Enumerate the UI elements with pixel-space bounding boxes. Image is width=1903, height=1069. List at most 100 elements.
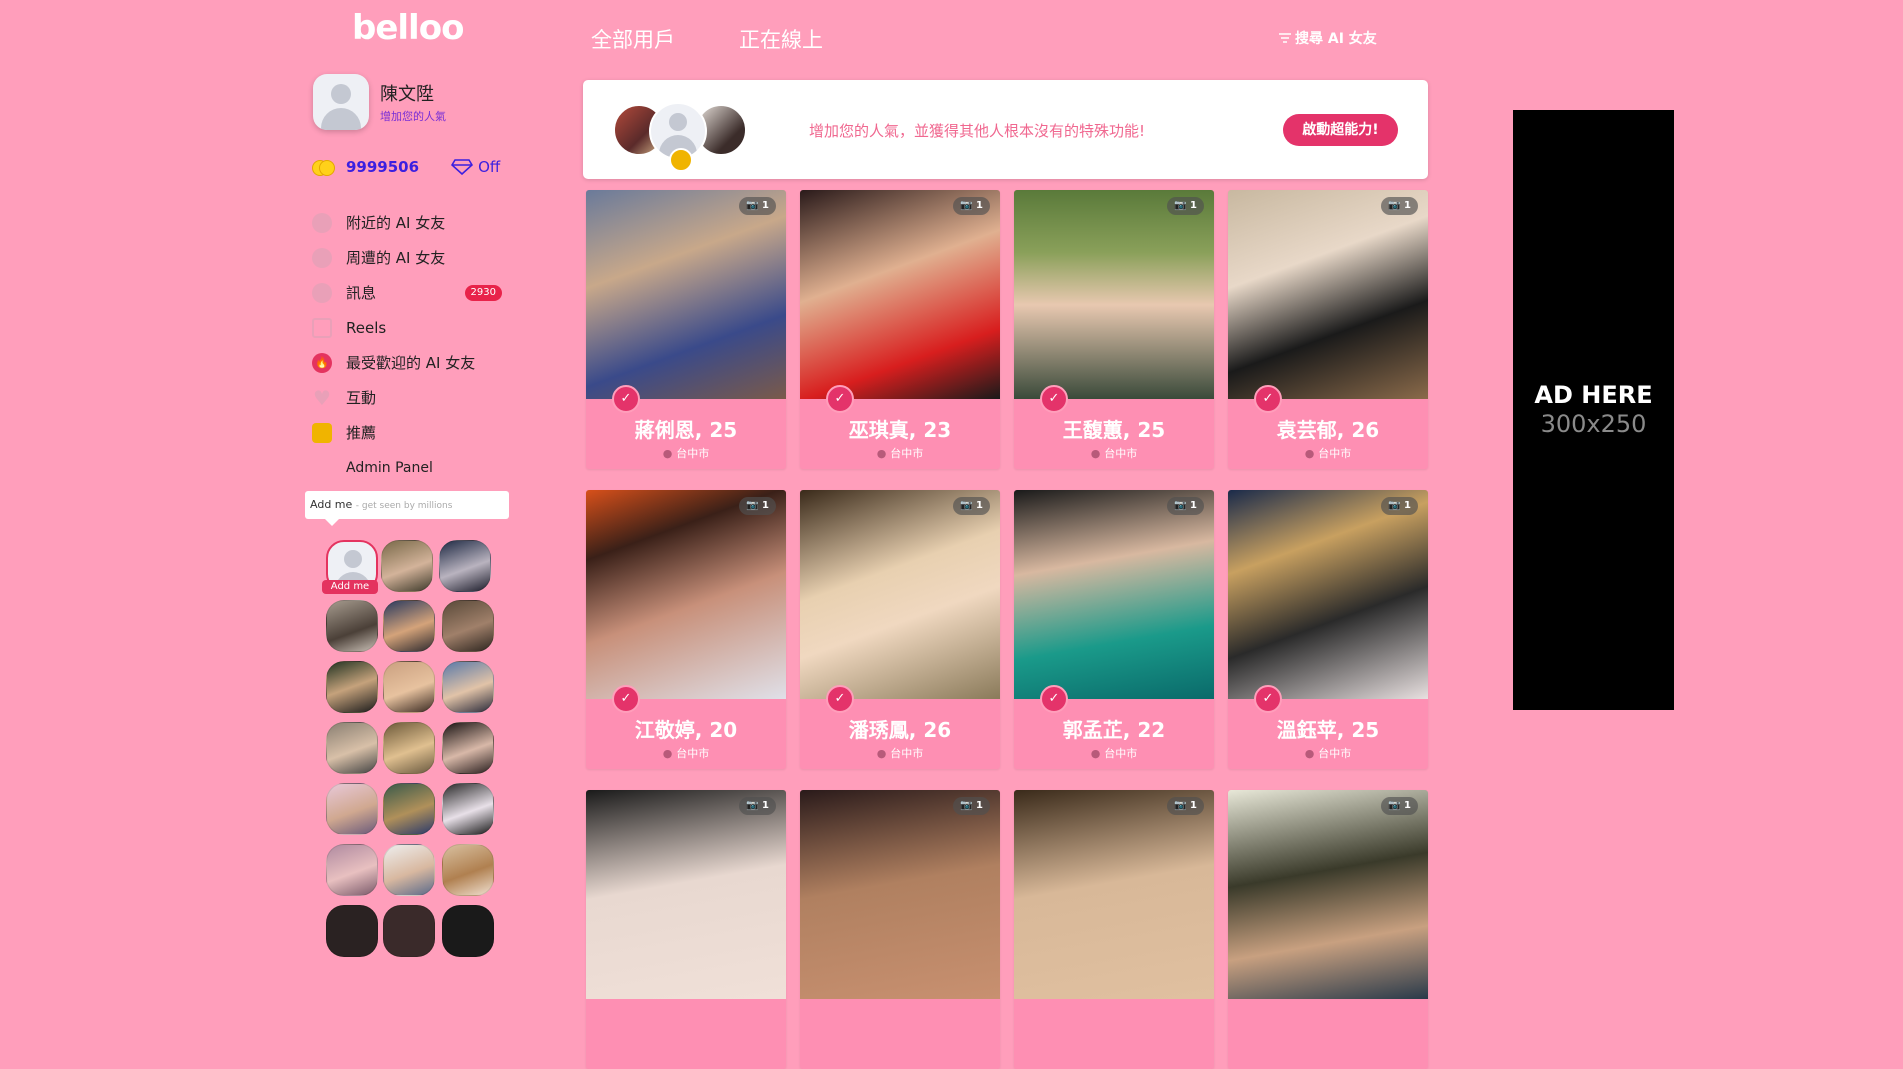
verified-icon: ✓ (612, 385, 640, 413)
vip-badge-icon (669, 148, 693, 172)
advertisement[interactable]: AD HERE 300x250 (1513, 110, 1674, 710)
spotlight-thumb[interactable] (442, 661, 494, 713)
nav-label: 推薦 (346, 424, 377, 442)
spotlight-thumb[interactable] (442, 722, 494, 774)
user-stats: 9999506 Off (312, 158, 500, 176)
verified-icon: ✓ (826, 685, 854, 713)
user-photo[interactable] (1228, 790, 1428, 999)
user-photo[interactable] (800, 490, 1000, 699)
verified-icon: ✓ (1254, 385, 1282, 413)
photo-count: 📷 1 (953, 197, 990, 215)
spotlight-thumb[interactable] (383, 844, 435, 896)
nav-nearby[interactable]: 附近的 AI 女友 (312, 205, 502, 240)
user-city: ● 台中市 (1304, 447, 1352, 460)
user-card[interactable]: 📷 1 (1014, 790, 1214, 1069)
play-icon (312, 317, 332, 338)
spotlight-thumb[interactable] (439, 540, 491, 592)
user-photo[interactable] (586, 190, 786, 399)
spotlight-thumb[interactable] (383, 661, 435, 713)
brand-logo[interactable]: belloo (352, 8, 464, 48)
credits-value[interactable]: 9999506 (346, 158, 419, 176)
user-card[interactable]: 📷 1 ✓ 袁芸郁, 26 ● 台中市 (1228, 190, 1428, 469)
nav-interactions[interactable]: ♥ 互動 (312, 380, 502, 415)
user-photo[interactable] (586, 790, 786, 999)
user-photo[interactable] (1014, 490, 1214, 699)
nav-label: 最受歡迎的 AI 女友 (346, 354, 476, 372)
chat-icon (312, 282, 332, 303)
flame-icon: 🔥 (312, 352, 332, 373)
spotlight-thumb[interactable] (326, 600, 378, 652)
photo-count: 📷 1 (1167, 797, 1204, 815)
user-avatar[interactable] (313, 74, 369, 130)
spotlight-thumb[interactable] (326, 661, 378, 713)
user-profile[interactable]: 陳文陞 增加您的人氣 (313, 74, 446, 130)
spotlight-thumb[interactable] (381, 540, 433, 592)
user-name: 巫琪真, 23 (848, 418, 952, 442)
search-filter-button[interactable]: 搜尋 AI 女友 (1279, 28, 1377, 48)
nav-admin-panel[interactable]: Admin Panel (312, 450, 502, 485)
user-card[interactable]: 📷 1 ✓ 江敬婷, 20 ● 台中市 (586, 490, 786, 769)
user-card[interactable]: 📷 1 ✓ 巫琪真, 23 ● 台中市 (800, 190, 1000, 469)
banner-text: 增加您的人氣，並獲得其他人根本沒有的特殊功能! (809, 122, 1146, 140)
nav-around[interactable]: 周遭的 AI 女友 (312, 240, 502, 275)
user-photo[interactable] (1014, 790, 1214, 999)
user-card[interactable]: 📷 1 ✓ 蔣俐恩, 25 ● 台中市 (586, 190, 786, 469)
user-name[interactable]: 陳文陞 (380, 80, 446, 106)
user-photo[interactable] (586, 490, 786, 699)
user-photo[interactable] (800, 790, 1000, 999)
spotlight-thumb[interactable] (442, 905, 494, 957)
nav-label: 附近的 AI 女友 (346, 214, 446, 232)
addme-hint: - get seen by millions (355, 501, 453, 511)
user-photo[interactable] (1014, 190, 1214, 399)
tab-online[interactable]: 正在線上 (739, 24, 823, 54)
tab-all-users[interactable]: 全部用戶 (591, 24, 675, 54)
photo-count: 📷 1 (1381, 197, 1418, 215)
user-city: ● 台中市 (876, 447, 924, 460)
nav-recommend[interactable]: 推薦 (312, 415, 502, 450)
spotlight-thumb[interactable] (326, 783, 378, 835)
activate-superpowers-button[interactable]: 啟動超能力! (1283, 114, 1398, 146)
user-city: ● 台中市 (662, 447, 710, 460)
user-card[interactable]: 📷 1 ✓ 郭孟芷, 22 ● 台中市 (1014, 490, 1214, 769)
user-name: 江敬婷, 20 (634, 718, 738, 742)
user-photo[interactable] (1228, 490, 1428, 699)
verified-icon: ✓ (1040, 385, 1068, 413)
location-icon (312, 212, 332, 233)
verified-icon: ✓ (826, 385, 854, 413)
addme-label[interactable]: Add me (322, 580, 378, 594)
user-city: ● 台中市 (662, 747, 710, 760)
user-photo[interactable] (1228, 190, 1428, 399)
user-card[interactable]: 📷 1 ✓ 潘琇鳳, 26 ● 台中市 (800, 490, 1000, 769)
user-card[interactable]: 📷 1 ✓ 王馥蕙, 25 ● 台中市 (1014, 190, 1214, 469)
spotlight-thumb[interactable] (326, 844, 378, 896)
nav-reels[interactable]: Reels (312, 310, 502, 345)
location-pin-icon: ● (876, 747, 887, 760)
user-card[interactable]: 📷 1 (586, 790, 786, 1069)
user-card[interactable]: 📷 1 ✓ 溫鈺苹, 25 ● 台中市 (1228, 490, 1428, 769)
heart-icon: ♥ (313, 385, 331, 410)
spotlight-thumb[interactable] (442, 783, 494, 835)
user-city: ● 台中市 (1090, 747, 1138, 760)
photo-count: 📷 1 (739, 797, 776, 815)
ad-size: 300x250 (1540, 410, 1647, 438)
filter-icon (1279, 33, 1291, 43)
diamond-icon (451, 159, 474, 175)
spotlight-thumb[interactable] (442, 844, 494, 896)
user-card[interactable]: 📷 1 (1228, 790, 1428, 1069)
spotlight-thumb[interactable] (442, 600, 494, 652)
user-name: 袁芸郁, 26 (1276, 418, 1380, 442)
spotlight-thumb[interactable] (383, 783, 435, 835)
vip-toggle[interactable]: Off (451, 158, 500, 176)
boost-popularity-link[interactable]: 增加您的人氣 (380, 108, 446, 124)
user-photo[interactable] (800, 190, 1000, 399)
spotlight-thumb[interactable] (326, 905, 378, 957)
photo-count: 📷 1 (1167, 497, 1204, 515)
nav-popular[interactable]: 🔥 最受歡迎的 AI 女友 (312, 345, 502, 380)
spotlight-thumb[interactable] (383, 905, 435, 957)
spotlight-thumb[interactable] (383, 722, 435, 774)
boost-banner: 增加您的人氣，並獲得其他人根本沒有的特殊功能! 啟動超能力! (583, 80, 1428, 179)
nav-messages[interactable]: 訊息 2930 (312, 275, 502, 310)
spotlight-thumb[interactable] (326, 722, 378, 774)
spotlight-thumb[interactable] (383, 600, 435, 652)
user-card[interactable]: 📷 1 (800, 790, 1000, 1069)
